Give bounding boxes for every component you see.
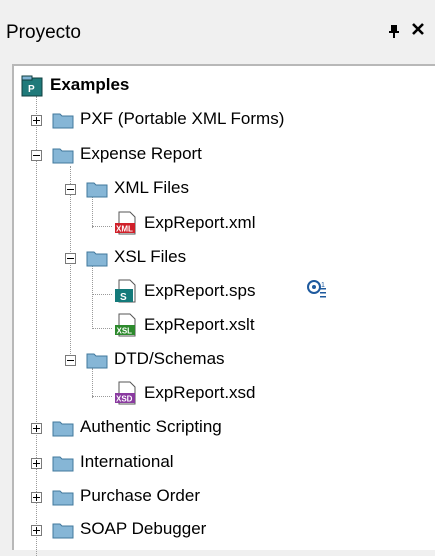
expand-icon[interactable]: [31, 492, 42, 503]
expand-icon[interactable]: [31, 423, 42, 434]
tree-item-xsl-files[interactable]: XSL Files: [14, 246, 394, 272]
expand-icon[interactable]: [31, 525, 42, 536]
pin-icon[interactable]: [387, 23, 401, 43]
tree-item-label: ExpReport.xsd: [144, 383, 256, 402]
tree-item-label: Authentic Scripting: [80, 417, 222, 436]
project-tree[interactable]: P Examples PXF (Portable XML Forms) Expe…: [12, 64, 435, 556]
panel-title: Proyecto: [6, 22, 81, 43]
sps-file-icon: S: [115, 279, 136, 303]
collapse-icon[interactable]: [31, 150, 42, 161]
folder-icon: [86, 182, 108, 198]
collapse-icon[interactable]: [65, 355, 76, 366]
tree-item-label: ExpReport.xml: [144, 213, 256, 232]
tree-item-label: International: [80, 452, 174, 471]
tree-item-label: ExpReport.sps: [144, 281, 256, 300]
folder-icon: [86, 251, 108, 267]
tree-item-label: Purchase Order: [80, 486, 200, 505]
tree-root-label: Examples: [50, 75, 130, 94]
tree-item-authentic-scripting[interactable]: Authentic Scripting: [14, 416, 394, 442]
tree-item-expreport-xsd[interactable]: XSD ExpReport.xsd: [14, 381, 394, 407]
tree-item-pxf[interactable]: PXF (Portable XML Forms): [14, 108, 394, 134]
svg-text:XSL: XSL: [117, 327, 133, 336]
folder-icon: [52, 456, 74, 472]
expand-icon[interactable]: [31, 458, 42, 469]
expand-icon[interactable]: [31, 115, 42, 126]
folder-icon: [52, 148, 74, 164]
panel-header: Proyecto: [0, 0, 435, 64]
tree-item-expense-report[interactable]: Expense Report: [14, 143, 394, 169]
folder-icon: [52, 523, 74, 539]
tree-item-label: Expense Report: [80, 144, 202, 163]
tree-item-label: SOAP Debugger: [80, 519, 207, 538]
folder-icon: [52, 421, 74, 437]
folder-icon: [52, 113, 74, 129]
xsl-file-icon: XSL: [115, 313, 136, 337]
xml-file-icon: XML: [115, 211, 136, 235]
tree-item-dtd-schemas[interactable]: DTD/Schemas: [14, 348, 394, 374]
xsd-file-icon: XSD: [115, 381, 136, 405]
project-icon: P: [21, 75, 43, 97]
close-icon[interactable]: [411, 20, 425, 42]
svg-text:S: S: [120, 292, 127, 303]
svg-text:XML: XML: [116, 225, 133, 234]
tree-item-expreport-sps[interactable]: S ExpReport.sps 1: [14, 279, 394, 305]
svg-text:XSD: XSD: [116, 395, 133, 404]
collapse-icon[interactable]: [65, 184, 76, 195]
tree-item-label: ExpReport.xslt: [144, 315, 255, 334]
tree-root[interactable]: P Examples: [18, 74, 218, 100]
tree-item-label: DTD/Schemas: [114, 349, 225, 368]
folder-icon: [86, 353, 108, 369]
svg-text:P: P: [28, 84, 35, 95]
tree-item-purchase-order[interactable]: Purchase Order: [14, 485, 394, 511]
svg-text:1: 1: [321, 282, 325, 289]
tree-item-label: PXF (Portable XML Forms): [80, 109, 285, 128]
tree-item-xml-files[interactable]: XML Files: [14, 177, 394, 203]
main-schema-badge-icon: 1: [307, 280, 326, 298]
tree-item-expreport-xml[interactable]: XML ExpReport.xml: [14, 211, 394, 237]
tree-item-international[interactable]: International: [14, 451, 394, 477]
folder-icon: [52, 490, 74, 506]
tree-item-label: XSL Files: [114, 247, 187, 266]
tree-item-soap-debugger[interactable]: SOAP Debugger: [14, 518, 394, 544]
tree-item-expreport-xslt[interactable]: XSL ExpReport.xslt: [14, 313, 394, 339]
collapse-icon[interactable]: [65, 253, 76, 264]
tree-item-label: XML Files: [114, 178, 189, 197]
